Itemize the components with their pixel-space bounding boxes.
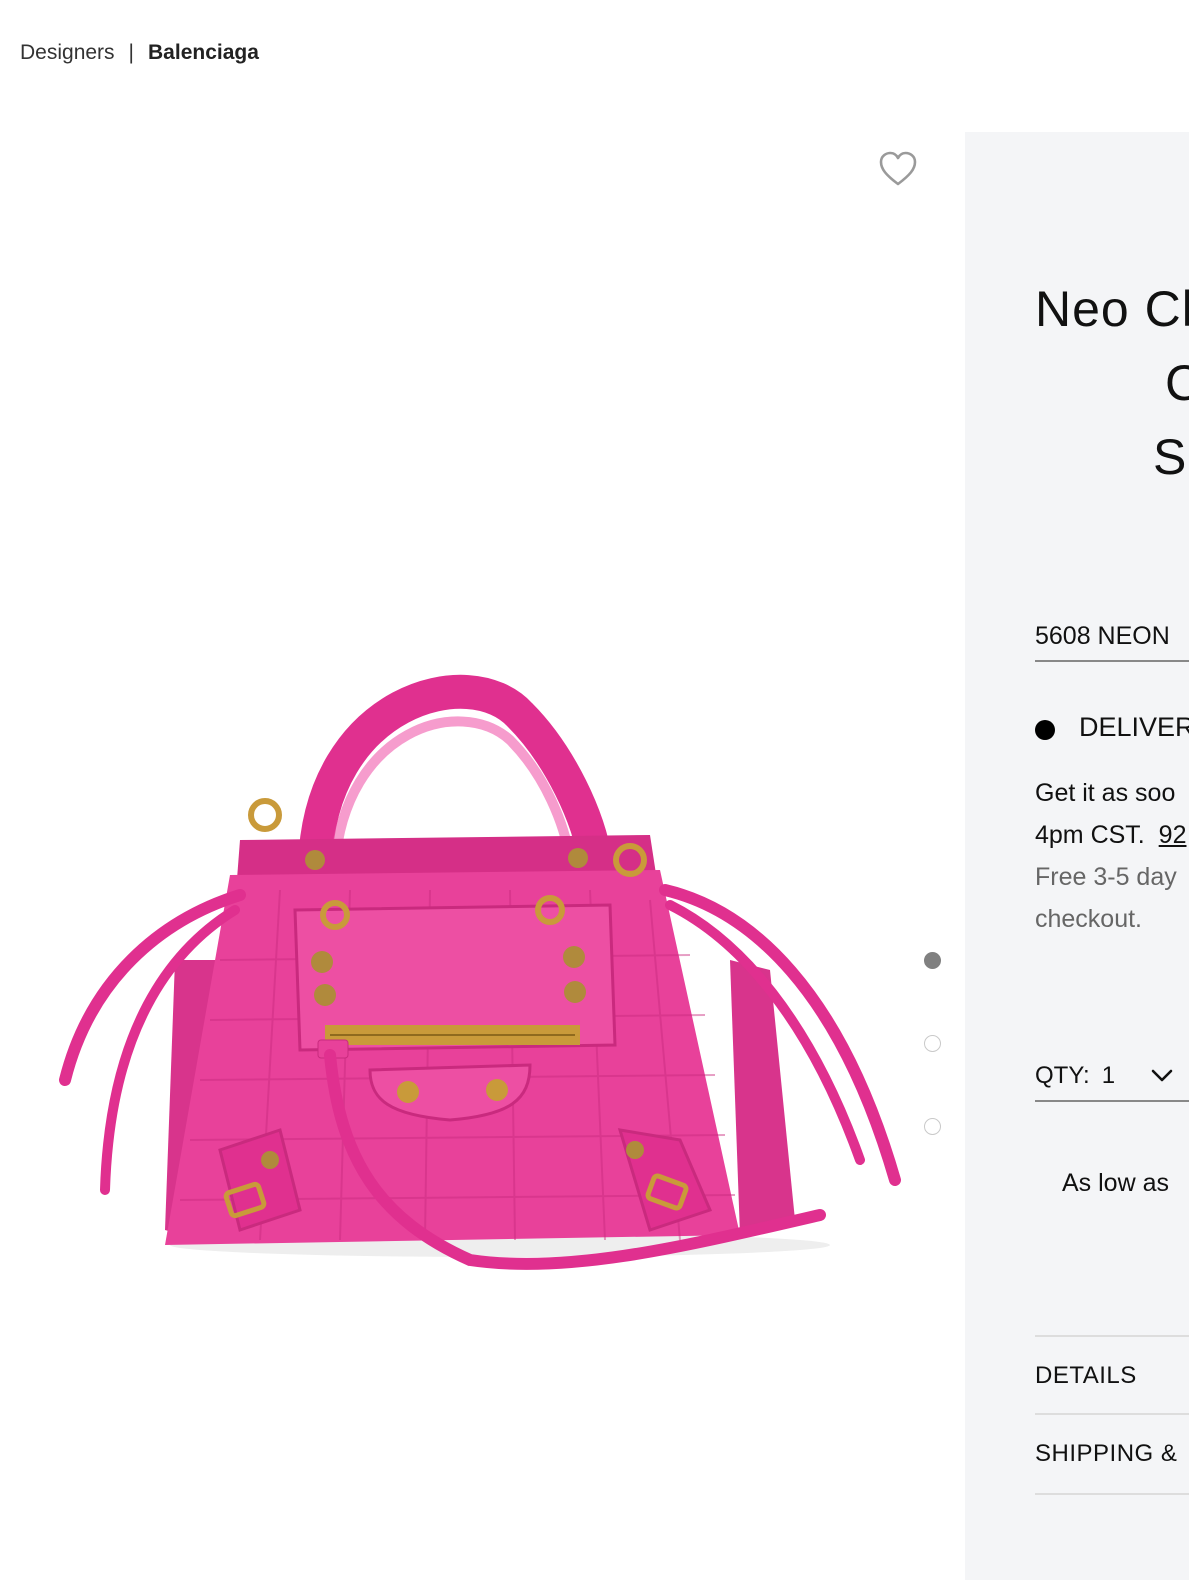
delivery-line-1: Get it as soo bbox=[1035, 779, 1176, 807]
product-title: Neo Cl Cro S bbox=[1035, 272, 1189, 494]
breadcrumb: Designers | Balenciaga bbox=[20, 38, 259, 68]
accordion-shipping[interactable]: SHIPPING & bbox=[1035, 1413, 1189, 1495]
gallery-dot-1[interactable] bbox=[924, 952, 941, 969]
delivery-option[interactable]: DELIVER bbox=[1035, 712, 1189, 743]
product-title-line-1: Neo Cl bbox=[1035, 281, 1189, 337]
quantity-select[interactable]: QTY: 1 bbox=[1035, 1052, 1189, 1102]
delivery-line-2: 4pm CST. 92 bbox=[1035, 814, 1189, 856]
shipping-line-1: Free 3-5 day bbox=[1035, 863, 1177, 891]
breadcrumb-separator: | bbox=[128, 41, 135, 64]
qty-label: QTY: bbox=[1035, 1062, 1090, 1089]
product-title-line-3: S bbox=[1153, 429, 1188, 485]
product-title-line-2: Cro bbox=[1165, 355, 1189, 411]
gallery-dot-2[interactable] bbox=[924, 1035, 941, 1052]
qty-value: 1 bbox=[1101, 1062, 1116, 1089]
product-info-panel: Neo Cl Cro S 5608 NEON DELIVER Get it as… bbox=[965, 132, 1189, 1580]
gallery-dot-3[interactable] bbox=[924, 1118, 941, 1135]
accordion-details-label: DETAILS bbox=[1035, 1362, 1137, 1389]
breadcrumb-current-brand: Balenciaga bbox=[148, 41, 259, 64]
delivery-option-label: DELIVER bbox=[1079, 712, 1189, 742]
accordion-shipping-label: SHIPPING & bbox=[1035, 1440, 1178, 1467]
shipping-line-2: checkout. bbox=[1035, 905, 1143, 933]
delivery-radio-icon[interactable] bbox=[1035, 719, 1055, 740]
delivery-zip-link[interactable]: 92 bbox=[1159, 821, 1187, 849]
accordion-details[interactable]: DETAILS bbox=[1035, 1335, 1189, 1415]
wishlist-heart-icon[interactable] bbox=[878, 150, 918, 188]
color-select[interactable]: 5608 NEON bbox=[1035, 612, 1189, 662]
delivery-info: Get it as soo 4pm CST. 92 Free 3-5 day c… bbox=[1035, 772, 1189, 940]
affirm-financing-text: As low as bbox=[1062, 1169, 1169, 1197]
delivery-cutoff-text: 4pm CST. bbox=[1035, 821, 1145, 849]
color-select-value: 5608 NEON bbox=[1035, 621, 1170, 650]
chevron-down-icon bbox=[1151, 1069, 1173, 1082]
product-image-pink-handbag[interactable] bbox=[50, 660, 910, 1300]
breadcrumb-designers-link[interactable]: Designers bbox=[20, 41, 115, 65]
